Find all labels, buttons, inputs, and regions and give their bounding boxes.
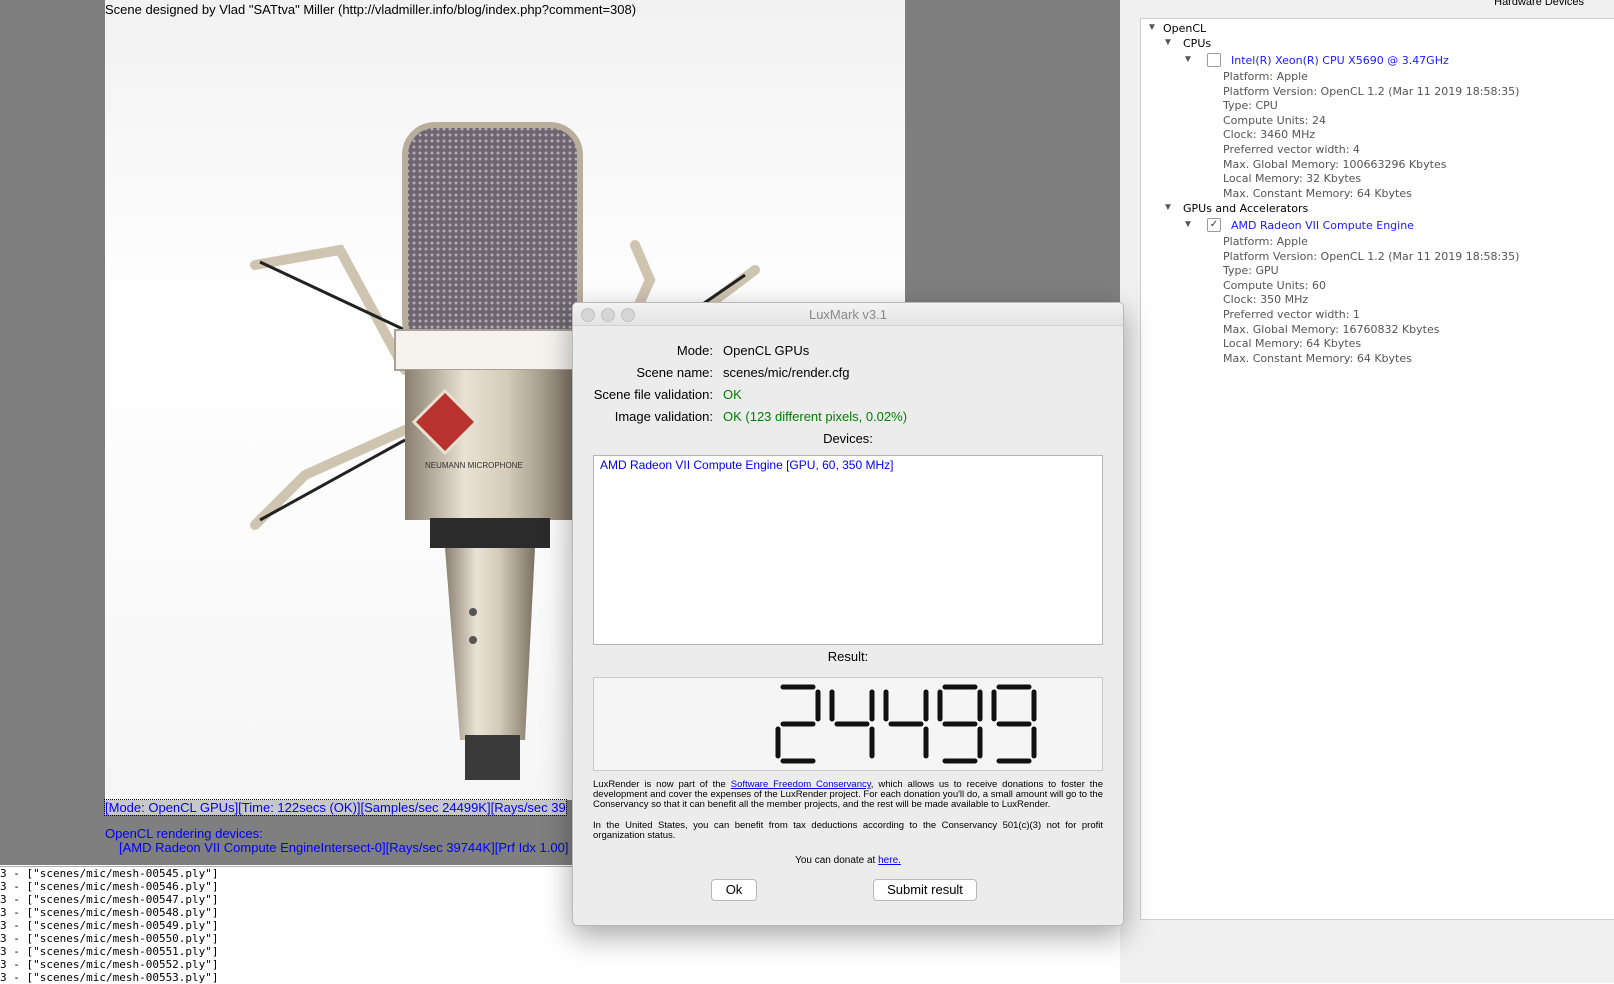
result-label: Result: xyxy=(827,649,869,664)
dialog-titlebar[interactable]: LuxMark v3.1 xyxy=(573,303,1123,326)
hardware-devices-header: Hardware Devices xyxy=(1494,0,1584,8)
donate-line: You can donate at here. xyxy=(573,855,1123,866)
gpu-device-checkbox[interactable]: ✓ xyxy=(1207,218,1221,232)
render-status-line: [Mode: OpenCL GPUs][Time: 122secs (OK)][… xyxy=(104,799,567,816)
devices-label: Devices: xyxy=(823,431,873,446)
tree-node-opencl[interactable]: OpenCL xyxy=(1163,22,1206,35)
device-property: Type: GPU xyxy=(1223,264,1279,278)
expand-triangle-icon[interactable]: ▼ xyxy=(1183,54,1193,65)
tree-node-cpu-device[interactable]: Intel(R) Xeon(R) CPU X5690 @ 3.47GHz xyxy=(1231,54,1449,67)
device-property: Local Memory: 64 Kbytes xyxy=(1223,337,1362,351)
result-score-digits xyxy=(775,684,1037,764)
expand-triangle-icon[interactable]: ▼ xyxy=(1183,219,1193,230)
scene-validation-label: Scene file validation: xyxy=(593,387,713,402)
scene-credit-text: Scene designed by Vlad "SATtva" Miller (… xyxy=(105,2,637,17)
hardware-tree[interactable]: ▼ OpenCL ▼ CPUs ▼ Intel(R) Xeon(R) CPU X… xyxy=(1140,18,1614,920)
device-property: Max. Global Memory: 100663296 Kbytes xyxy=(1223,157,1447,171)
device-property: Clock: 3460 MHz xyxy=(1223,128,1316,142)
image-validation-label: Image validation: xyxy=(614,409,713,424)
scene-validation-value: OK xyxy=(723,387,742,402)
expand-triangle-icon[interactable]: ▼ xyxy=(1163,202,1173,213)
cpu-device-checkbox[interactable] xyxy=(1207,53,1221,67)
device-list-item[interactable]: AMD Radeon VII Compute Engine [GPU, 60, … xyxy=(594,456,1102,474)
mode-value: OpenCL GPUs xyxy=(723,343,810,358)
tree-node-cpus[interactable]: CPUs xyxy=(1183,37,1211,50)
submit-result-button[interactable]: Submit result xyxy=(873,879,977,901)
tax-info-text: In the United States, you can benefit fr… xyxy=(593,820,1103,841)
device-property: Platform: Apple xyxy=(1223,70,1308,83)
dialog-title: LuxMark v3.1 xyxy=(808,307,888,322)
device-property: Preferred vector width: 4 xyxy=(1223,143,1360,156)
device-property: Platform: Apple xyxy=(1223,235,1308,248)
tree-node-gpus[interactable]: GPUs and Accelerators xyxy=(1183,202,1308,215)
device-property: Platform Version: OpenCL 1.2 (Mar 11 201… xyxy=(1223,249,1520,263)
scene-name-label: Scene name: xyxy=(636,365,713,380)
rendering-devices-title: OpenCL rendering devices: xyxy=(105,826,263,841)
result-lcd-display xyxy=(593,677,1103,771)
device-property: Compute Units: 60 xyxy=(1223,278,1326,292)
device-property: Compute Units: 24 xyxy=(1223,113,1326,127)
device-property: Max. Global Memory: 16760832 Kbytes xyxy=(1223,322,1440,336)
donation-info: LuxRender is now part of the Software Fr… xyxy=(593,780,1103,852)
luxmark-result-dialog: LuxMark v3.1 Mode: OpenCL GPUs Scene nam… xyxy=(572,302,1124,926)
device-property: Platform Version: OpenCL 1.2 (Mar 11 201… xyxy=(1223,84,1520,98)
log-line: 3 - ["scenes/mic/mesh-00552.ply"] xyxy=(0,958,219,971)
image-validation-value: OK (123 different pixels, 0.02%) xyxy=(723,409,908,424)
hardware-devices-panel: Hardware Devices ▼ OpenCL ▼ CPUs ▼ Intel… xyxy=(1120,0,1614,983)
log-line: 3 - ["scenes/mic/mesh-00551.ply"] xyxy=(0,945,219,958)
device-property: Preferred vector width: 1 xyxy=(1223,308,1360,321)
tree-node-gpu-device[interactable]: AMD Radeon VII Compute Engine xyxy=(1231,219,1414,232)
donate-text: You can donate at xyxy=(795,855,879,866)
expand-triangle-icon[interactable]: ▼ xyxy=(1163,37,1173,48)
rendering-device-stats: [AMD Radeon VII Compute EngineIntersect-… xyxy=(119,840,569,855)
expand-triangle-icon[interactable]: ▼ xyxy=(1147,22,1157,33)
svg-text:NEUMANN MICROPHONE: NEUMANN MICROPHONE xyxy=(425,461,523,470)
ok-button[interactable]: Ok xyxy=(711,879,757,901)
device-property: Type: CPU xyxy=(1223,99,1278,113)
device-property: Max. Constant Memory: 64 Kbytes xyxy=(1223,186,1412,200)
device-property: Local Memory: 32 Kbytes xyxy=(1223,172,1362,186)
donate-here-link[interactable]: here. xyxy=(878,855,901,866)
log-line: 3 - ["scenes/mic/mesh-00550.ply"] xyxy=(0,932,219,945)
scene-name-value: scenes/mic/render.cfg xyxy=(723,365,850,380)
device-property: Max. Constant Memory: 64 Kbytes xyxy=(1223,351,1412,365)
device-property: Clock: 350 MHz xyxy=(1223,293,1309,307)
devices-list[interactable]: AMD Radeon VII Compute Engine [GPU, 60, … xyxy=(593,455,1103,645)
mode-label: Mode: xyxy=(676,343,713,358)
log-line: 3 - ["scenes/mic/mesh-00553.ply"] xyxy=(0,971,219,984)
